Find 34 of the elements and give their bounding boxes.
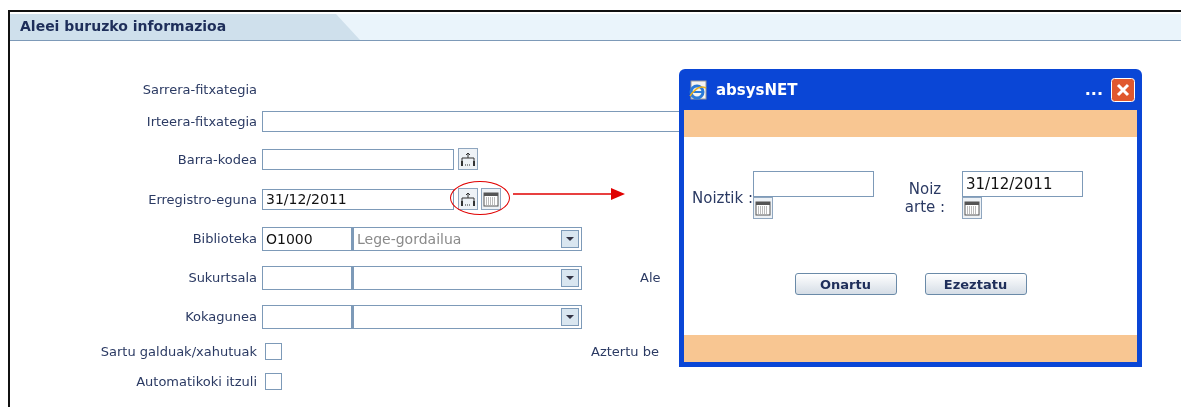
close-icon[interactable] <box>1111 77 1135 102</box>
checkbox[interactable] <box>265 342 282 360</box>
calendar-icon[interactable] <box>481 188 501 210</box>
calendar-icon[interactable] <box>962 197 982 219</box>
field-label: Sarrera-fitxategia <box>141 81 258 97</box>
picker-icon[interactable] <box>458 188 478 210</box>
dialog-button[interactable]: Onartu <box>794 273 897 295</box>
field-label: Automatikoki itzuli <box>135 373 258 389</box>
field-label: Ale <box>640 270 661 285</box>
field-label: Sukurtsala <box>187 270 258 285</box>
dialog-menu[interactable]: ... <box>1084 80 1103 99</box>
dialog-button[interactable]: Ezeztatu <box>924 273 1027 295</box>
date-field[interactable]: 31/12/2011 <box>962 171 1083 197</box>
browser-icon <box>688 79 708 100</box>
field-label: Aztertu be <box>591 343 659 359</box>
field-label: Erregistro-eguna <box>147 191 258 207</box>
field-label: Noiztik : <box>692 188 753 207</box>
dialog-title: absysNET <box>716 80 799 99</box>
field-label: Biblioteka <box>191 231 258 246</box>
field-label: Barra-kodea <box>176 151 258 167</box>
field-label: Sartu galduak/xahutuak <box>99 343 258 359</box>
field-label: Noiz arte : <box>903 179 947 216</box>
field-label: Irteera-fitxategia <box>145 113 258 129</box>
input-field[interactable] <box>262 148 454 170</box>
code-field[interactable] <box>262 304 352 329</box>
input-field[interactable]: 31/12/2011 <box>262 188 454 210</box>
calendar-icon[interactable] <box>753 197 773 219</box>
code-field[interactable] <box>262 265 352 290</box>
field-label: Kokagunea <box>184 309 258 324</box>
code-field[interactable]: O1000 <box>262 226 352 251</box>
picker-icon[interactable] <box>458 148 478 170</box>
dropdown[interactable]: Lege-gordailua <box>352 226 582 251</box>
date-field[interactable] <box>753 171 874 197</box>
checkbox[interactable] <box>265 372 282 390</box>
